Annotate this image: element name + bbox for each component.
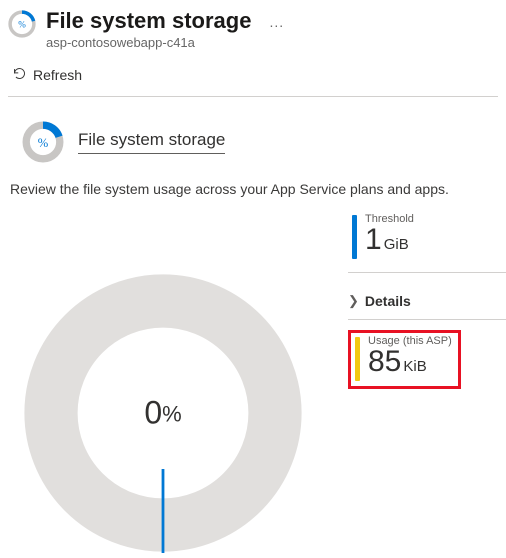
donut-value: 0 xyxy=(144,395,162,431)
usage-unit: KiB xyxy=(403,358,426,375)
usage-value: 85 xyxy=(368,345,401,378)
threshold-unit: GiB xyxy=(384,236,409,253)
refresh-icon xyxy=(12,66,27,84)
threshold-bar-icon xyxy=(352,215,357,259)
usage-bar-icon xyxy=(355,337,360,381)
storage-percent-icon: % xyxy=(22,121,64,163)
page-title: File system storage xyxy=(46,8,251,34)
details-label: Details xyxy=(365,293,411,309)
refresh-label: Refresh xyxy=(33,67,82,83)
details-expander[interactable]: ❯ Details xyxy=(348,283,506,320)
divider xyxy=(8,96,498,97)
usage-highlight: Usage (this ASP) 85KiB xyxy=(348,330,461,389)
threshold-value: 1 xyxy=(365,223,382,256)
page-header: % File system storage asp-contosowebapp-… xyxy=(8,4,498,58)
usage-donut-chart: 0% xyxy=(8,273,318,553)
section-description: Review the file system usage across your… xyxy=(8,173,498,207)
donut-unit: % xyxy=(162,402,182,427)
svg-text:%: % xyxy=(18,20,26,30)
resource-subtitle: asp-contosowebapp-c41a xyxy=(46,35,251,50)
chevron-right-icon: ❯ xyxy=(348,293,359,309)
svg-text:%: % xyxy=(38,136,49,150)
section-header: % File system storage xyxy=(8,115,498,173)
more-actions-button[interactable]: ... xyxy=(269,14,284,30)
threshold-card: Threshold 1GiB xyxy=(348,207,506,273)
storage-percent-icon: % xyxy=(8,10,36,38)
refresh-button[interactable]: Refresh xyxy=(8,58,498,96)
section-title: File system storage xyxy=(78,130,225,154)
